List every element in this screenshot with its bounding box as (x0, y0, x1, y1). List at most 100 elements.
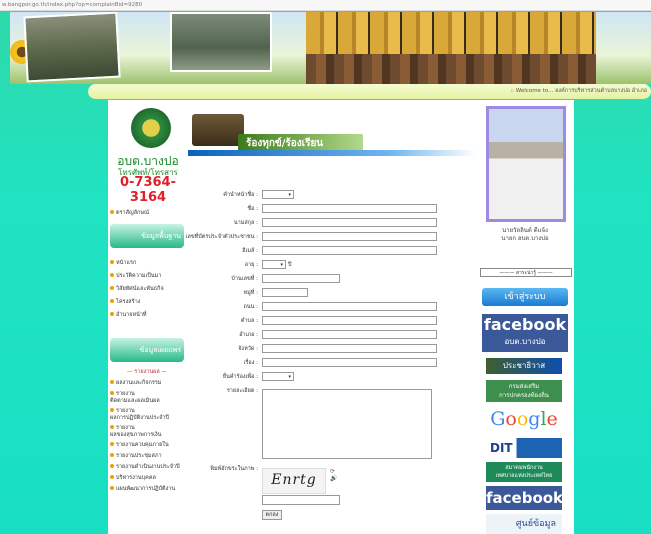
menu-label: หน้าแรก (116, 260, 137, 266)
login-button[interactable]: เข้าสู่ระบบ (482, 288, 568, 306)
menu-label: รายงาน ผลของสุขภาพการเงิน (110, 425, 162, 438)
sidebar-menu-item[interactable]: รายงานดำเนินงานประจำปี (110, 464, 188, 471)
main-content: ร้องทุกข์/ร้องเรียน คำนำหน้าชื่อ : ▾ ชื่อ … (185, 100, 476, 534)
text-input[interactable] (262, 274, 340, 283)
dit-link[interactable]: DIT (486, 438, 562, 458)
form-row: บ้านเลขที่ : (188, 274, 476, 284)
text-input[interactable] (262, 232, 437, 241)
facebook-link[interactable]: facebook อบต.บางปอ (482, 314, 568, 352)
menu-label: ตราสัญลักษณ์ (116, 210, 150, 216)
publish-info-banner[interactable]: ข้อมูลเผยแพร่ (110, 338, 184, 362)
menu-label: ผลงานและกิจกรรม (116, 380, 162, 386)
basic-info-banner[interactable]: ข้อมูลพื้นฐาน (110, 224, 184, 248)
form-row: คำนำหน้าชื่อ : ▾ (188, 190, 476, 200)
header-logo (192, 114, 244, 146)
sidebar-menu-item[interactable]: ประวัติความเป็นมา (110, 273, 188, 280)
form-row: หมู่ที่ : (188, 288, 476, 298)
dla-line1: กรมส่งเสริม (508, 383, 540, 390)
sidebar-menu-item[interactable]: รายงานประชุมสภา (110, 453, 188, 460)
age-unit: ปี (288, 262, 292, 268)
sidebar-menu-item[interactable]: แผนพัฒนาการปฏิบัติงาน (110, 486, 188, 493)
field-label: หมู่ที่ : (243, 290, 258, 296)
info-center-link[interactable]: ศูนย์ข้อมูล (486, 514, 562, 534)
menu-label: รายงาน ผลการปฏิบัติงานประจำปี (110, 408, 169, 421)
form-row: ชื่อ : (188, 204, 476, 214)
sidebar-menu-item[interactable]: รายงานควบคุมภายใน (110, 442, 188, 449)
sidebar-menu-item[interactable]: ตราสัญลักษณ์ (110, 210, 188, 217)
sidebar-menu-item[interactable]: อำนาจหน้าที่ (110, 312, 188, 319)
sidebar-menu-item[interactable]: รายงาน ติดตามและผลเมินผล (110, 391, 188, 405)
form-row: อายุ : ▾ ปี (188, 260, 476, 270)
text-input[interactable] (262, 358, 437, 367)
submit-button[interactable]: ตกลง (262, 510, 282, 520)
right-sidebar: นายวัลลินต์ ดีแจ้ง นายก อบต.บางปอ ——— สา… (476, 100, 574, 534)
mayor-title-line2: นายก อบต.บางปอ (501, 235, 549, 242)
sidebar-menu-item[interactable]: รายงาน ผลของสุขภาพการเงิน (110, 425, 188, 439)
sidebar-menu-item[interactable]: โครงสร้าง (110, 299, 188, 306)
field-label: ถนน : (243, 304, 258, 310)
bullet-icon (110, 380, 114, 384)
field-label: อายุ : (244, 262, 258, 268)
welcome-marquee: :: Welcome to... องค์การบริหารส่วนตำบลบา… (88, 84, 651, 99)
text-input[interactable] (262, 204, 437, 213)
bullet-icon (110, 408, 114, 412)
details-textarea[interactable] (262, 389, 432, 459)
form-row: เลขที่บัตรประจำตัวประชาชน : (185, 232, 476, 242)
org-seal-logo (131, 108, 171, 148)
address-bar[interactable]: w.bangpor.go.th/index.php?op=complainBid… (0, 0, 651, 11)
sidebar-menu-item[interactable]: บริหารงานบุคคล (110, 475, 188, 482)
header-banner (10, 12, 651, 84)
assoc-line1: สมาคมพนักงาน (505, 465, 543, 471)
field-label: ยื่นคำร้องเพื่อ : (222, 374, 258, 380)
knowledge-select[interactable]: ——— สาระน่ารู้ ——— (480, 268, 572, 277)
sidebar-menu-item[interactable]: หน้าแรก (110, 260, 188, 267)
text-input[interactable] (262, 316, 437, 325)
captcha-input[interactable] (262, 495, 340, 505)
menu-label: ประวัติความเป็นมา (116, 273, 162, 279)
association-link[interactable]: สมาคมพนักงาน เทศบาลแห่งประเทศไทย (486, 462, 562, 482)
field-label: คำนำหน้าชื่อ : (223, 192, 258, 198)
facebook-sub: อบต.บางปอ (504, 337, 546, 346)
bullet-icon (110, 442, 114, 446)
menu-label: รายงานดำเนินงานประจำปี (116, 464, 180, 470)
google-link[interactable]: Google (486, 406, 562, 432)
field-label: ชื่อ : (247, 206, 258, 212)
bullet-icon (110, 486, 114, 490)
menu-label: รายงานประชุมสภา (116, 453, 162, 459)
form-row: ยื่นคำร้องเพื่อ : ▾ (188, 372, 476, 382)
bullet-icon (110, 210, 114, 214)
field-label: จังหวัด : (238, 346, 258, 352)
text-input[interactable] (262, 344, 437, 353)
captcha-label: พิมพ์อักขระในภาพ : (210, 466, 258, 472)
facebook-logo-text: facebook (483, 315, 567, 334)
captcha-refresh-icon[interactable]: ⟳ 🔊 (330, 468, 338, 488)
text-input[interactable] (262, 218, 437, 227)
bullet-icon (110, 425, 114, 429)
field-label: ตำบล : (240, 318, 258, 324)
form-row: อำเภอ : (188, 330, 476, 340)
dropdown-select[interactable]: ▾ (262, 190, 294, 199)
text-input[interactable] (262, 288, 308, 297)
bullet-icon (110, 286, 114, 290)
sidebar-menu-item[interactable]: ผลงานและกิจกรรม (110, 380, 188, 387)
assoc-line2: เทศบาลแห่งประเทศไทย (495, 473, 553, 479)
facebook-link-2[interactable]: facebook (486, 486, 563, 510)
dropdown-select[interactable]: ▾ (262, 260, 286, 269)
form-row: ตำบล : (188, 316, 476, 326)
text-input[interactable] (262, 246, 437, 255)
field-label: เลขที่บัตรประจำตัวประชาชน : (185, 234, 258, 240)
banner-crowd-photo (306, 12, 596, 84)
dla-link[interactable]: กรมส่งเสริม การปกครองท้องถิ่น (486, 380, 562, 402)
bullet-icon (110, 312, 114, 316)
sidebar-menu-item[interactable]: วิสัยทัศน์และพันธกิจ (110, 286, 188, 293)
sidebar-menu-item[interactable]: รายงาน ผลการปฏิบัติงานประจำปี (110, 408, 188, 422)
menu-label: รายงานควบคุมภายใน (116, 442, 169, 448)
text-input[interactable] (262, 302, 437, 311)
form-row: ถนน : (188, 302, 476, 312)
pracha-link[interactable]: ประชาธิวาส (486, 358, 562, 374)
dropdown-select[interactable]: ▾ (262, 372, 294, 381)
field-label: นามสกุล : (233, 220, 258, 226)
text-input[interactable] (262, 330, 437, 339)
captcha-image: Enrtg (262, 468, 326, 494)
bullet-icon (110, 260, 114, 264)
